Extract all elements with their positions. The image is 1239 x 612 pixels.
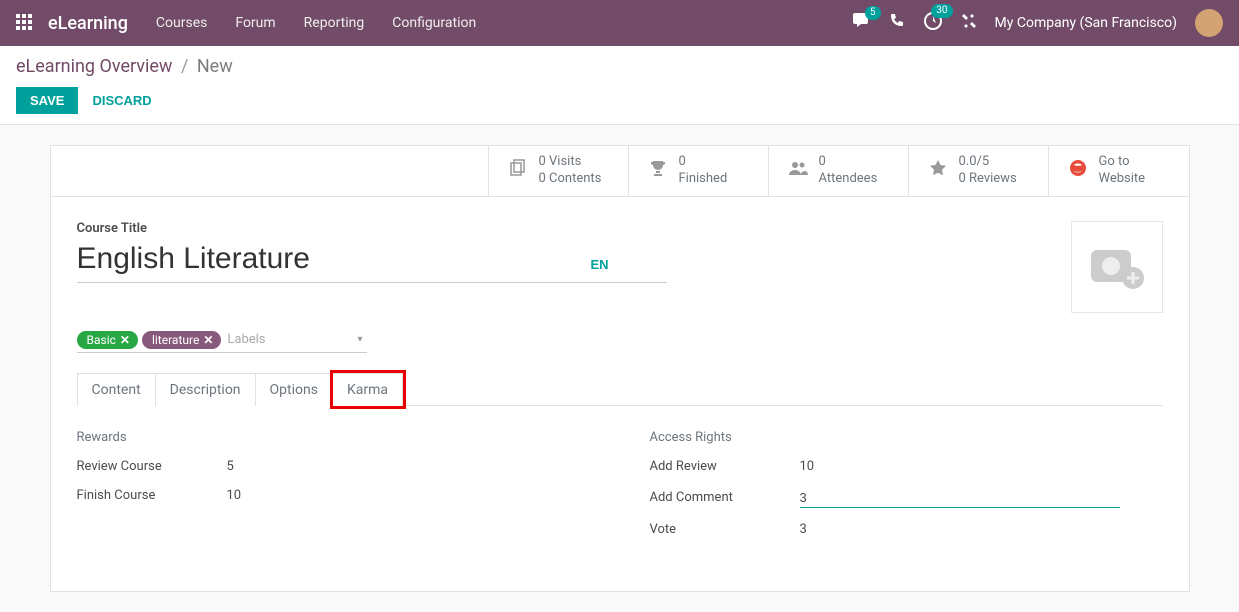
company-selector[interactable]: My Company (San Francisco): [995, 15, 1177, 31]
rewards-title: Rewards: [77, 430, 590, 445]
chat-icon[interactable]: 5: [853, 13, 871, 33]
access-rights-title: Access Rights: [650, 430, 1163, 445]
tag-literature: literature ✕: [142, 331, 221, 349]
copy-icon: [507, 158, 529, 183]
add-review-value[interactable]: 10: [800, 459, 815, 474]
menu-reporting[interactable]: Reporting: [304, 15, 365, 31]
breadcrumb-current: New: [197, 56, 233, 77]
phone-icon[interactable]: [889, 13, 905, 33]
add-comment-input[interactable]: [800, 488, 1120, 508]
form-sheet: 0 Visits 0 Contents 0 Finished 0 Attende…: [50, 145, 1190, 592]
vote-value[interactable]: 3: [800, 522, 807, 537]
review-course-value[interactable]: 5: [227, 459, 234, 474]
add-review-label: Add Review: [650, 459, 800, 474]
topbar-right: 5 30 My Company (San Francisco): [853, 9, 1223, 37]
tab-karma-content: Rewards Review Course 5 Finish Course 10…: [77, 406, 1163, 551]
activity-badge: 30: [931, 4, 952, 18]
tab-content[interactable]: Content: [77, 373, 156, 406]
chat-badge: 5: [865, 6, 881, 20]
course-title-input[interactable]: [77, 242, 667, 282]
review-course-label: Review Course: [77, 459, 227, 474]
tags-placeholder: Labels: [227, 332, 265, 347]
add-comment-label: Add Comment: [650, 490, 800, 505]
control-panel: eLearning Overview / New SAVE DISCARD: [0, 46, 1239, 125]
tag-basic: Basic ✕: [77, 331, 138, 349]
tag-remove-icon[interactable]: ✕: [203, 333, 213, 347]
globe-icon: [1067, 159, 1089, 182]
vote-label: Vote: [650, 522, 800, 537]
users-icon: [787, 160, 809, 181]
lang-button[interactable]: EN: [587, 249, 613, 280]
app-brand[interactable]: eLearning: [48, 13, 128, 34]
topbar: eLearning Courses Forum Reporting Config…: [0, 0, 1239, 46]
tabs: Content Description Options Karma: [77, 373, 1163, 406]
menu-forum[interactable]: Forum: [235, 15, 275, 31]
stat-finished[interactable]: 0 Finished: [629, 146, 769, 196]
stat-goto-website[interactable]: Go to Website: [1049, 146, 1189, 196]
top-menu: Courses Forum Reporting Configuration: [156, 15, 476, 31]
menu-courses[interactable]: Courses: [156, 15, 207, 31]
tools-icon[interactable]: [961, 13, 977, 33]
stat-buttons: 0 Visits 0 Contents 0 Finished 0 Attende…: [51, 146, 1189, 197]
breadcrumb: eLearning Overview / New: [16, 56, 1223, 77]
avatar[interactable]: [1195, 9, 1223, 37]
stat-visits[interactable]: 0 Visits 0 Contents: [489, 146, 629, 196]
tab-options[interactable]: Options: [256, 373, 333, 406]
image-upload[interactable]: [1071, 221, 1163, 313]
tag-remove-icon[interactable]: ✕: [120, 333, 130, 347]
save-button[interactable]: SAVE: [16, 87, 78, 114]
finish-course-label: Finish Course: [77, 488, 227, 503]
tab-description[interactable]: Description: [156, 373, 256, 406]
activity-icon[interactable]: 30: [923, 11, 943, 35]
tags-field[interactable]: Basic ✕ literature ✕ Labels ▾: [77, 331, 367, 353]
apps-icon[interactable]: [16, 14, 34, 32]
discard-button[interactable]: DISCARD: [88, 87, 155, 114]
course-title-label: Course Title: [77, 221, 1051, 236]
stat-attendees[interactable]: 0 Attendees: [769, 146, 909, 196]
stat-reviews[interactable]: 0.0/5 0 Reviews: [909, 146, 1049, 196]
menu-configuration[interactable]: Configuration: [392, 15, 476, 31]
star-icon: [927, 159, 949, 182]
tab-karma[interactable]: Karma: [333, 373, 403, 406]
finish-course-value[interactable]: 10: [227, 488, 242, 503]
breadcrumb-parent[interactable]: eLearning Overview: [16, 56, 172, 77]
trophy-icon: [647, 159, 669, 182]
chevron-down-icon[interactable]: ▾: [357, 334, 362, 345]
